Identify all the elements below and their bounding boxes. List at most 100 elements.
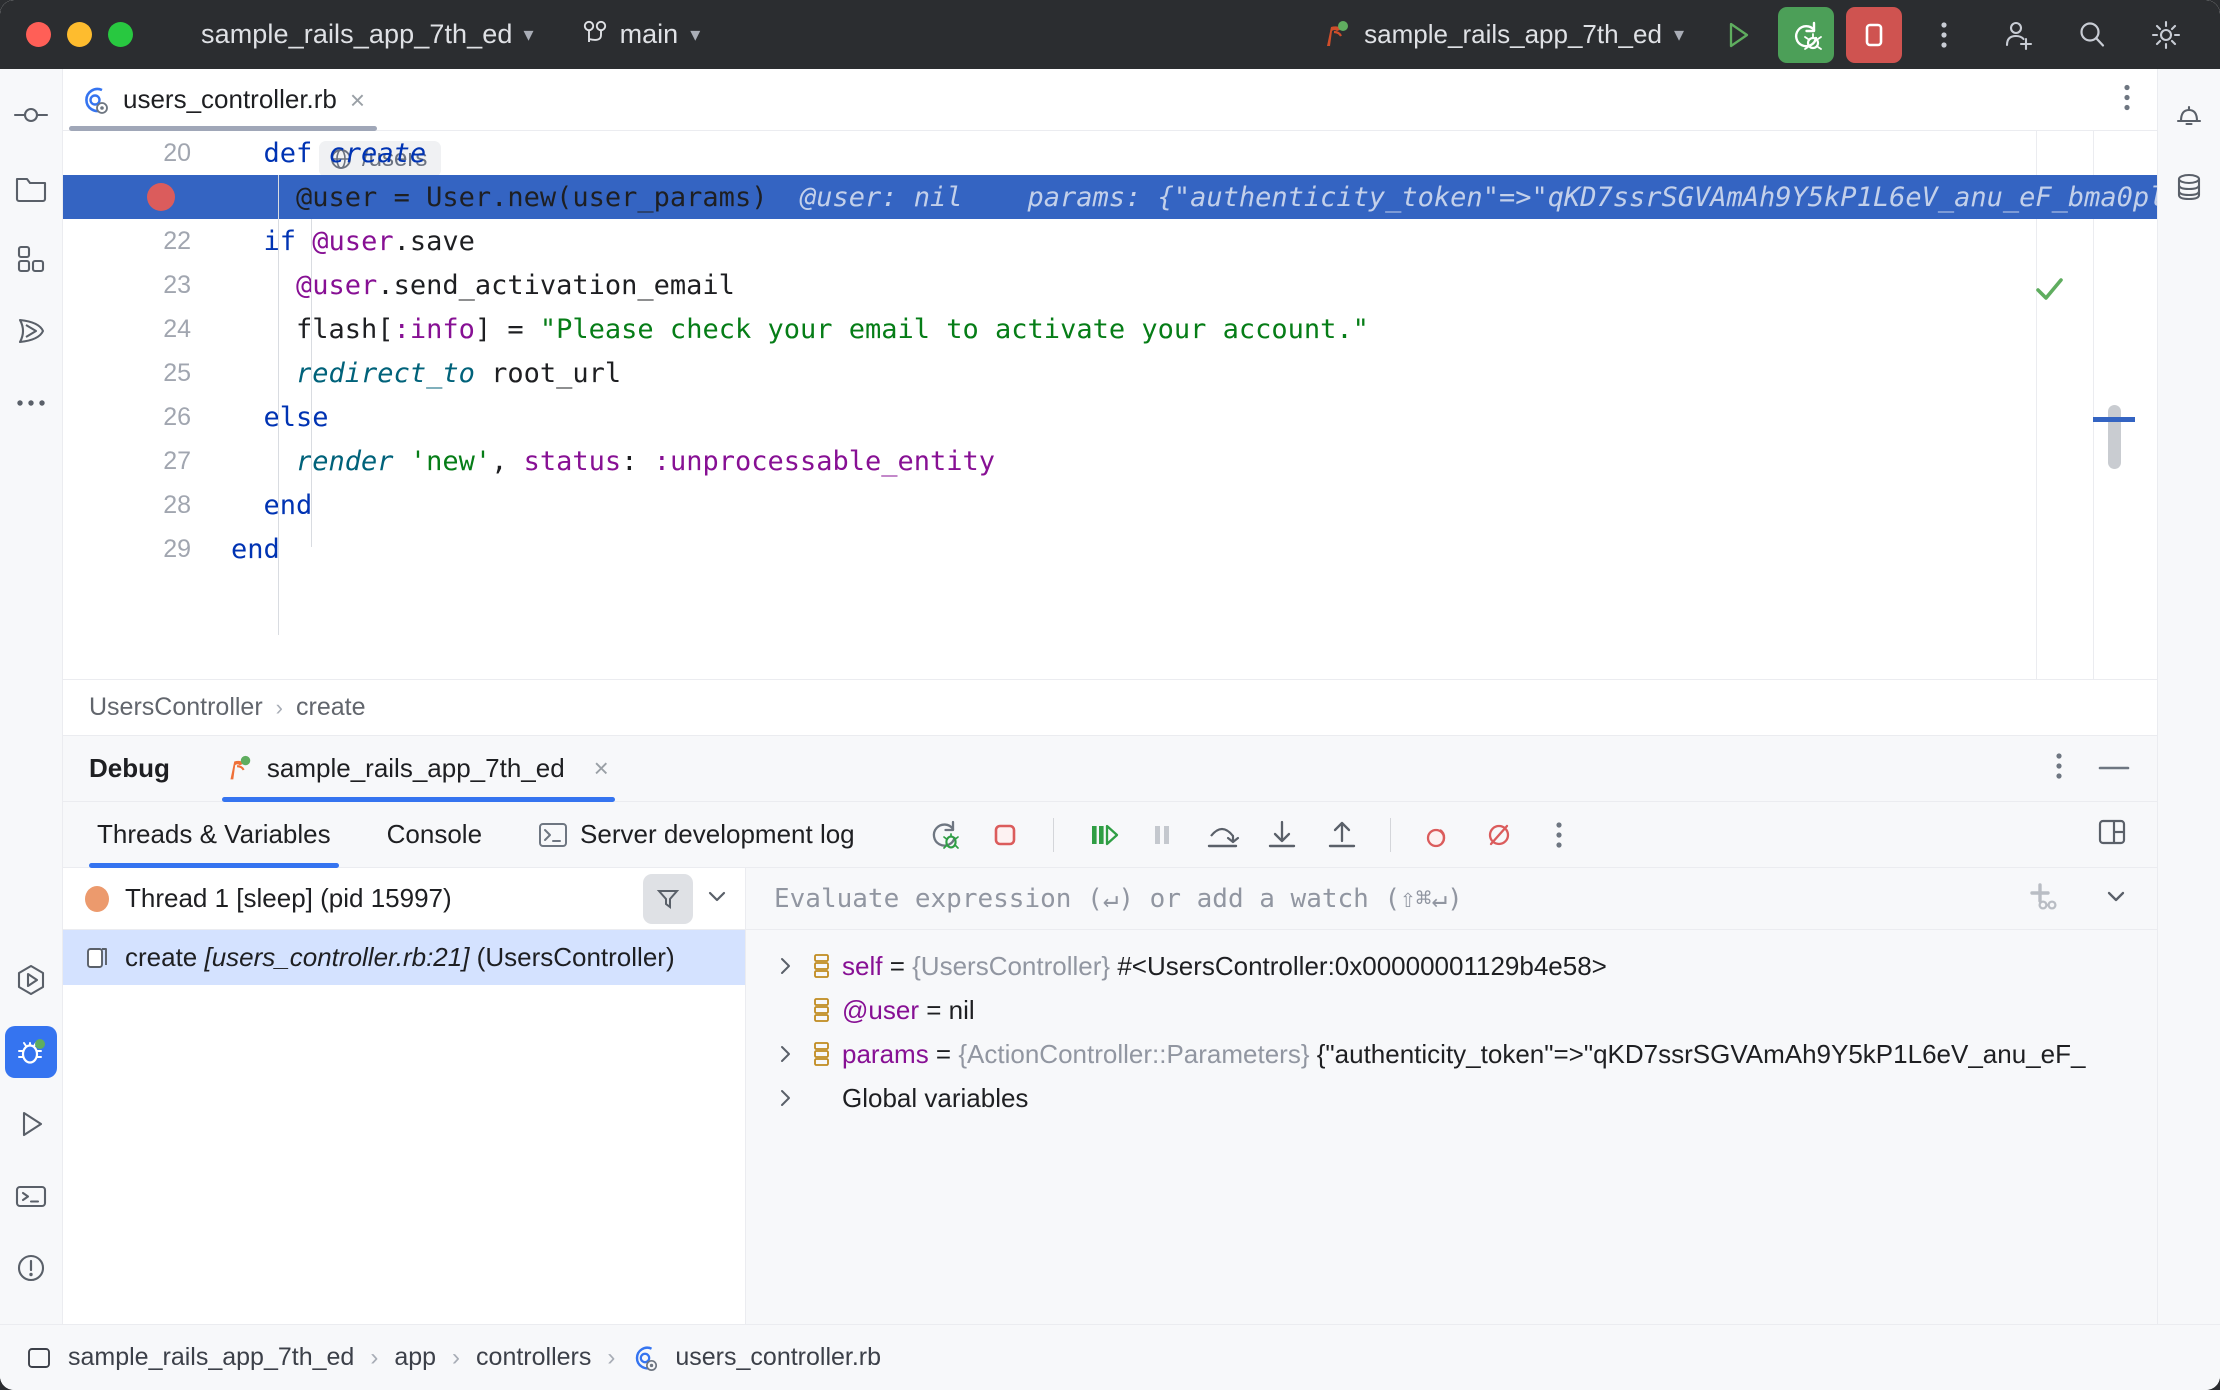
breadcrumb-item-class[interactable]: UsersController (89, 693, 263, 722)
maximize-window-button[interactable] (108, 22, 133, 47)
more-options-button[interactable] (1916, 7, 1972, 63)
expand-arrow-icon[interactable] (768, 1043, 802, 1065)
stop-button[interactable] (1846, 6, 1902, 63)
branch-selector[interactable]: main ▾ (582, 19, 700, 50)
project-selector[interactable]: sample_rails_app_7th_ed ▾ (201, 19, 534, 50)
filter-frames-button[interactable] (643, 873, 693, 924)
status-item-app[interactable]: app (394, 1343, 436, 1372)
code-line[interactable]: 29 end (63, 527, 2157, 571)
rerun-debug-button[interactable] (919, 809, 971, 861)
code-text: else (263, 401, 329, 433)
frame-list[interactable]: create [users_controller.rb:21] (UsersCo… (63, 930, 745, 1328)
sidebar-item-more[interactable] (5, 377, 57, 429)
variable-name: self (842, 950, 883, 981)
variable-name: params (842, 1038, 929, 1069)
minimize-panel-button[interactable] (2097, 760, 2131, 778)
status-separator: › (452, 1343, 461, 1371)
tab-console[interactable]: Console (379, 802, 490, 868)
editor-tab-users-controller[interactable]: users_controller.rb × (63, 69, 383, 131)
code-text: render 'new', status: :unprocessable_ent… (296, 445, 996, 477)
sidebar-item-terminal[interactable] (5, 1170, 57, 1222)
code-line[interactable]: 28 end (63, 483, 2157, 527)
mute-breakpoints-button[interactable] (1473, 809, 1525, 861)
editor-options-button[interactable] (2123, 82, 2131, 117)
status-item-project[interactable]: sample_rails_app_7th_ed (68, 1343, 354, 1372)
account-button[interactable] (1990, 7, 2046, 63)
pause-program-button[interactable] (1136, 809, 1188, 861)
close-icon[interactable]: × (350, 87, 365, 113)
thread-status-icon (85, 885, 109, 912)
rerun-debug-button[interactable] (1778, 6, 1834, 63)
tab-threads-and-variables[interactable]: Threads & Variables (89, 802, 339, 868)
evaluate-expression-row[interactable]: Evaluate expression (↵) or add a watch (… (746, 868, 2157, 930)
close-icon[interactable]: × (594, 753, 609, 784)
variable-row[interactable]: @user = nil (746, 988, 2157, 1032)
variable-row[interactable]: self = {UsersController} #<UsersControll… (746, 944, 2157, 988)
stop-icon (1865, 23, 1883, 46)
status-item-controllers[interactable]: controllers (476, 1343, 591, 1372)
breakpoint-icon[interactable] (147, 183, 175, 211)
view-breakpoints-button[interactable] (1413, 809, 1465, 861)
sidebar-item-run[interactable] (5, 1098, 57, 1150)
sidebar-item-notifications[interactable] (2163, 89, 2215, 141)
line-number: 29 (163, 534, 191, 563)
sidebar-item-database[interactable] (2163, 161, 2215, 213)
settings-button[interactable] (2138, 7, 2194, 63)
code-editor[interactable]: /users 20 def create21 @user = User.new(… (63, 131, 2157, 680)
minimize-window-button[interactable] (67, 22, 92, 47)
code-line[interactable]: 27 render 'new', status: :unprocessable_… (63, 439, 2157, 483)
sidebar-item-structure[interactable] (5, 233, 57, 285)
code-text: end (231, 533, 280, 565)
resume-program-icon (1091, 824, 1118, 845)
database-icon (2177, 173, 2201, 201)
thread-selector[interactable]: Thread 1 [sleep] (pid 15997) (63, 868, 745, 930)
step-into-button[interactable] (1256, 809, 1308, 861)
code-line[interactable]: 20 def create (63, 131, 2157, 175)
close-window-button[interactable] (26, 22, 51, 47)
code-line[interactable]: 21 @user = User.new(user_params) @user: … (63, 175, 2157, 219)
debug-tool-window-icon (18, 1039, 45, 1064)
search-button[interactable] (2064, 7, 2120, 63)
sidebar-item-commit[interactable] (5, 89, 57, 141)
resume-program-button[interactable] (1076, 809, 1128, 861)
sidebar-item-problems[interactable] (5, 1242, 57, 1294)
code-line[interactable]: 25 redirect_to root_url (63, 351, 2157, 395)
code-line[interactable]: 22 if @user.save (63, 219, 2157, 263)
code-line[interactable]: 24 flash[:info] = "Please check your ema… (63, 307, 2157, 351)
run-button[interactable] (1710, 7, 1766, 63)
tab-server-development-log[interactable]: Server development log (530, 802, 863, 868)
breadcrumb-item-method[interactable]: create (296, 693, 365, 722)
more-debug-options-button[interactable] (1533, 809, 1585, 861)
debug-session-tab[interactable]: sample_rails_app_7th_ed × (221, 736, 615, 802)
list-item[interactable]: create [users_controller.rb:21] (UsersCo… (63, 930, 745, 985)
variable-row[interactable]: Global variables (746, 1076, 2157, 1120)
expand-arrow-icon[interactable] (768, 955, 802, 977)
window-controls[interactable] (26, 22, 133, 47)
run-configuration-selector[interactable]: sample_rails_app_7th_ed ▾ (1318, 18, 1684, 52)
chevron-down-icon (708, 891, 726, 902)
stop-button[interactable] (979, 809, 1031, 861)
variables-tree[interactable]: self = {UsersController} #<UsersControll… (746, 930, 2157, 1390)
code-line[interactable]: 23 @user.send_activation_email (63, 263, 2157, 307)
status-item-file[interactable]: users_controller.rb (675, 1343, 881, 1372)
variable-type: {ActionController::Parameters} (958, 1038, 1310, 1069)
expand-arrow-icon[interactable] (768, 1087, 802, 1109)
sidebar-item-rails[interactable] (5, 305, 57, 357)
debug-options-button[interactable] (2055, 751, 2063, 786)
add-watch-button[interactable] (2029, 880, 2065, 917)
line-number: 20 (163, 138, 191, 167)
layout-settings-button[interactable] (2093, 813, 2131, 856)
code-line[interactable]: 26 else (63, 395, 2157, 439)
sidebar-item-run-anything[interactable] (5, 954, 57, 1006)
step-out-button[interactable] (1316, 809, 1368, 861)
collapse-watches-button[interactable] (2101, 881, 2131, 916)
step-over-button[interactable] (1196, 809, 1248, 861)
sidebar-item-project[interactable] (5, 161, 57, 213)
thread-label: Thread 1 [sleep] (pid 15997) (125, 883, 452, 913)
sidebar-item-debug[interactable] (5, 1026, 57, 1078)
line-number: 22 (163, 226, 191, 255)
evaluate-input[interactable]: Evaluate expression (↵) or add a watch (… (774, 884, 1463, 914)
thread-dropdown-button[interactable] (703, 882, 731, 915)
variable-row[interactable]: params = {ActionController::Parameters} … (746, 1032, 2157, 1076)
view-breakpoints-icon (1426, 828, 1445, 847)
